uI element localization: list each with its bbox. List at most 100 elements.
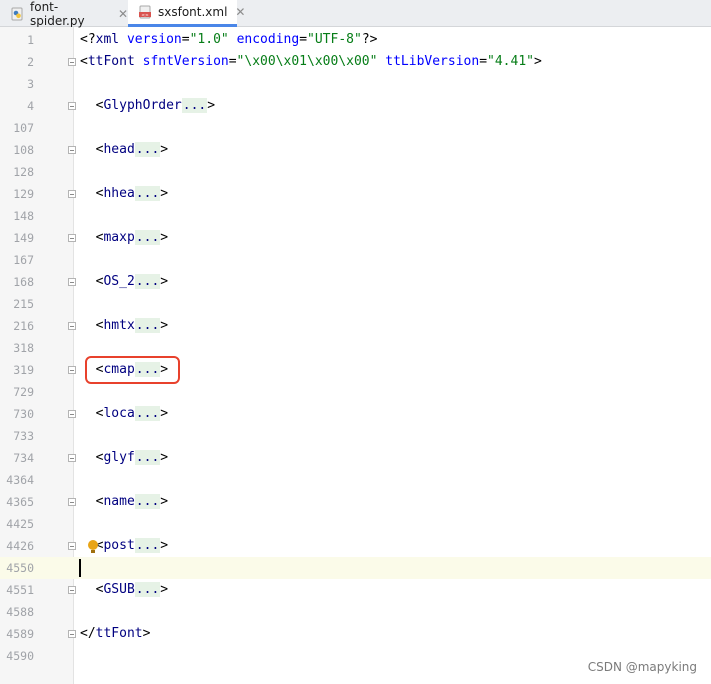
folded-region-placeholder[interactable]: ... — [134, 538, 161, 553]
line-number: 107 — [13, 121, 34, 135]
fold-toggle-icon[interactable] — [68, 498, 76, 506]
code-token: < — [80, 494, 104, 509]
code-line[interactable]: 733 — [0, 425, 711, 447]
code-text: <name...> — [80, 491, 168, 513]
code-text: <GSUB...> — [80, 579, 168, 601]
folded-region-placeholder[interactable]: ... — [134, 494, 161, 509]
code-text: </ttFont> — [80, 623, 150, 645]
code-text: <maxp...> — [80, 227, 168, 249]
line-number: 148 — [13, 209, 34, 223]
fold-toggle-icon[interactable] — [68, 630, 76, 638]
code-line[interactable]: 4425 — [0, 513, 711, 535]
line-number: 319 — [13, 363, 34, 377]
code-text: <loca...> — [80, 403, 168, 425]
fold-toggle-icon[interactable] — [68, 542, 76, 550]
code-token: sfntVersion — [142, 54, 229, 69]
code-line[interactable]: 4365 <name...> — [0, 491, 711, 513]
fold-toggle-icon[interactable] — [68, 146, 76, 154]
code-token: maxp — [103, 230, 135, 245]
code-line[interactable]: 216 <hmtx...> — [0, 315, 711, 337]
code-token: > — [160, 230, 169, 245]
code-token: encoding — [236, 32, 300, 47]
code-token: < — [80, 186, 104, 201]
code-line[interactable]: 4364 — [0, 469, 711, 491]
folded-region-placeholder[interactable]: ... — [134, 450, 161, 465]
close-icon[interactable]: ✕ — [118, 7, 128, 21]
code-token: > — [160, 494, 169, 509]
code-line[interactable]: 129 <hhea...> — [0, 183, 711, 205]
code-text: <hmtx...> — [80, 315, 168, 337]
fold-toggle-icon[interactable] — [68, 190, 76, 198]
fold-toggle-icon[interactable] — [68, 58, 76, 66]
code-line[interactable]: 4426 <post...> — [0, 535, 711, 557]
folded-region-placeholder[interactable]: ... — [134, 186, 161, 201]
folded-region-placeholder[interactable]: ... — [134, 406, 161, 421]
code-line[interactable]: 4589 </ttFont> — [0, 623, 711, 645]
code-line[interactable]: 149 <maxp...> — [0, 227, 711, 249]
line-number: 2 — [27, 55, 34, 69]
line-number: 3 — [27, 77, 34, 91]
code-line[interactable]: 167 — [0, 249, 711, 271]
code-token: < — [80, 230, 104, 245]
line-number: 734 — [13, 451, 34, 465]
code-token: < — [80, 98, 104, 113]
code-line[interactable]: 4 <GlyphOrder...> — [0, 95, 711, 117]
code-line[interactable]: 148 — [0, 205, 711, 227]
code-line[interactable]: 729 — [0, 381, 711, 403]
code-line[interactable]: 730 <loca...> — [0, 403, 711, 425]
folded-region-placeholder[interactable]: ... — [134, 582, 161, 597]
fold-toggle-icon[interactable] — [68, 102, 76, 110]
code-line[interactable]: 168 <OS_2...> — [0, 271, 711, 293]
code-token: ttFont — [95, 626, 143, 641]
line-number: 128 — [13, 165, 34, 179]
code-line[interactable]: 107 — [0, 117, 711, 139]
code-token: name — [103, 494, 135, 509]
folded-region-placeholder[interactable]: ... — [134, 142, 161, 157]
code-token: > — [160, 186, 169, 201]
fold-toggle-icon[interactable] — [68, 410, 76, 418]
line-number: 4588 — [6, 605, 34, 619]
fold-toggle-icon[interactable] — [68, 322, 76, 330]
code-token: < — [80, 274, 104, 289]
text-caret — [79, 559, 81, 577]
code-line[interactable]: 108 <head...> — [0, 139, 711, 161]
line-number: 149 — [13, 231, 34, 245]
code-line[interactable]: 3 — [0, 73, 711, 95]
code-line[interactable]: 4551 <GSUB...> — [0, 579, 711, 601]
tab-label: font-spider.py — [30, 0, 85, 28]
fold-toggle-icon[interactable] — [68, 234, 76, 242]
editor-tab-bar: font-spider.py ✕ <> sxsfont.xml ✕ — [0, 0, 711, 28]
tab-sxsfont-xml[interactable]: <> sxsfont.xml ✕ — [128, 0, 245, 27]
xml-file-icon: <> — [138, 5, 152, 19]
folded-region-placeholder[interactable]: ... — [134, 230, 161, 245]
line-number: 215 — [13, 297, 34, 311]
folded-region-placeholder[interactable]: ... — [181, 98, 208, 113]
fold-toggle-icon[interactable] — [68, 366, 76, 374]
code-token: < — [80, 406, 104, 421]
code-token: = — [479, 54, 488, 69]
code-text: <?xml version="1.0" encoding="UTF-8"?> — [80, 29, 377, 51]
folded-region-placeholder[interactable]: ... — [134, 274, 161, 289]
code-line[interactable]: 2 <ttFont sfntVersion="\x00\x01\x00\x00" … — [0, 51, 711, 73]
code-token: > — [160, 582, 169, 597]
code-text: <hhea...> — [80, 183, 168, 205]
tab-font-spider-py[interactable]: font-spider.py ✕ — [0, 0, 128, 28]
fold-toggle-icon[interactable] — [68, 454, 76, 462]
close-icon[interactable]: ✕ — [235, 5, 245, 19]
line-number: 216 — [13, 319, 34, 333]
code-line[interactable]: 1 <?xml version="1.0" encoding="UTF-8"?> — [0, 29, 711, 51]
code-text: <OS_2...> — [80, 271, 168, 293]
code-line[interactable]: 128 — [0, 161, 711, 183]
code-line[interactable]: 734 <glyf...> — [0, 447, 711, 469]
intention-bulb-icon[interactable] — [88, 540, 98, 553]
code-token: < — [80, 582, 104, 597]
code-line[interactable]: 4550 — [0, 557, 711, 579]
fold-toggle-icon[interactable] — [68, 278, 76, 286]
code-line[interactable]: 4588 — [0, 601, 711, 623]
line-number: 4365 — [6, 495, 34, 509]
fold-toggle-icon[interactable] — [68, 586, 76, 594]
code-line[interactable]: 215 — [0, 293, 711, 315]
folded-region-placeholder[interactable]: ... — [134, 318, 161, 333]
